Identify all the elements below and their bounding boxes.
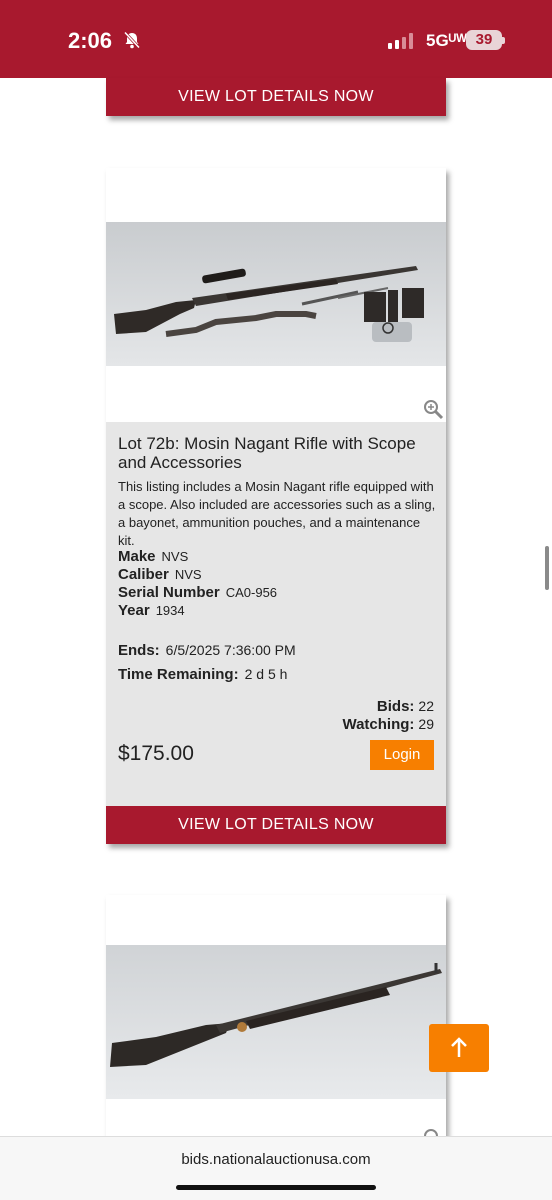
ends-row: Ends: 6/5/2025 7:36:00 PM: [118, 642, 296, 659]
lot-description: This listing includes a Mosin Nagant rif…: [118, 479, 436, 548]
spec-caliber: Caliber NVS: [118, 566, 202, 583]
view-lot-details-button[interactable]: VIEW LOT DETAILS NOW: [106, 806, 446, 844]
spec-make-value: NVS: [161, 549, 189, 564]
scrollbar-thumb[interactable]: [545, 546, 549, 590]
zoom-icon[interactable]: [422, 398, 444, 420]
lot-card-previous: VIEW LOT DETAILS NOW: [106, 78, 446, 116]
lot-card: Lot 72b: Mosin Nagant Rifle with Scope a…: [106, 168, 446, 844]
view-lot-details-button[interactable]: VIEW LOT DETAILS NOW: [106, 78, 446, 116]
watching-value: 29: [418, 716, 434, 732]
bids-value: 22: [418, 698, 434, 714]
current-price: $175.00: [118, 742, 194, 765]
url-text[interactable]: bids.nationalauctionusa.com: [0, 1151, 552, 1168]
back-to-top-button[interactable]: [429, 1024, 489, 1072]
battery-tip: [502, 37, 505, 44]
arrow-up-icon: [451, 1037, 467, 1057]
home-indicator: [176, 1185, 376, 1190]
lot-card-next: [106, 895, 446, 1155]
network-type: 5Gᵁᵂ: [426, 31, 467, 50]
lot-photo-rifle-next[interactable]: [106, 945, 446, 1099]
spec-year-value: 1934: [155, 603, 185, 618]
battery-icon: 39: [466, 30, 502, 50]
lot-title[interactable]: Lot 72b: Mosin Nagant Rifle with Scope a…: [118, 434, 438, 472]
spec-serial: Serial Number CA0-956: [118, 584, 277, 601]
ends-label: Ends:: [118, 642, 160, 659]
browser-url-bar: bids.nationalauctionusa.com: [0, 1136, 552, 1200]
status-time: 2:06: [68, 28, 113, 53]
status-bar: 2:06 5Gᵁᵂ 39: [0, 0, 552, 78]
lot-image-area: [106, 168, 446, 422]
watching-label: Watching:: [342, 716, 415, 733]
signal-icon: [388, 33, 413, 49]
spec-caliber-value: NVS: [174, 567, 202, 582]
bell-muted-icon: [123, 31, 141, 49]
time-remaining-label: Time Remaining:: [118, 666, 239, 683]
spec-serial-value: CA0-956: [225, 585, 278, 600]
spec-year-label: Year: [118, 602, 150, 619]
bids-row: Bids: 22: [377, 698, 434, 715]
spec-make-label: Make: [118, 548, 156, 565]
spec-year: Year 1934: [118, 602, 185, 619]
spec-serial-label: Serial Number: [118, 584, 220, 601]
time-remaining-row: Time Remaining: 2 d 5 h: [118, 666, 287, 683]
spec-make: Make NVS: [118, 548, 188, 565]
time-remaining-value: 2 d 5 h: [244, 666, 288, 682]
watching-row: Watching: 29: [342, 716, 434, 733]
bids-label: Bids:: [376, 698, 415, 715]
ends-value: 6/5/2025 7:36:00 PM: [165, 642, 296, 658]
spec-caliber-label: Caliber: [118, 566, 169, 583]
login-button[interactable]: Login: [370, 740, 434, 770]
lot-info-panel: Lot 72b: Mosin Nagant Rifle with Scope a…: [106, 422, 446, 806]
lot-photo-rifle[interactable]: [106, 222, 446, 366]
